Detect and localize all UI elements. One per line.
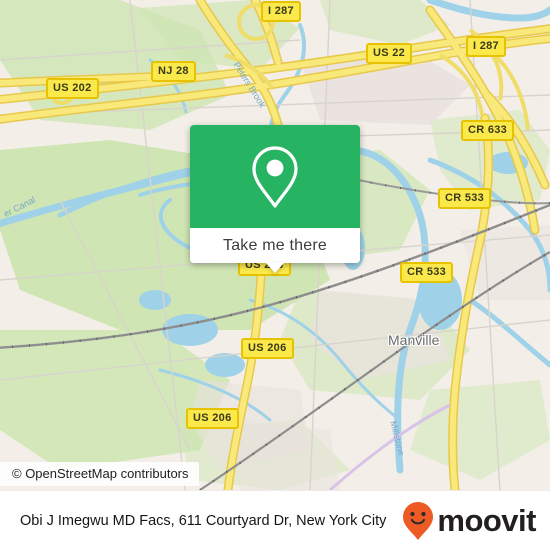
map-canvas[interactable]: Peters Brook er Canal Millstone Manville… (0, 0, 550, 490)
map-shield-us22[interactable]: US 22 (366, 43, 413, 64)
map-shield-us202[interactable]: US 202 (46, 78, 99, 99)
map-shield-cr533-north[interactable]: CR 533 (438, 188, 492, 209)
map-place-manville: Manville (388, 332, 440, 348)
map-shield-cr633[interactable]: CR 633 (461, 120, 515, 141)
popup-card-header (190, 125, 360, 228)
map-shield-us206-mid[interactable]: US 206 (241, 338, 294, 359)
popup-card-pointer (266, 263, 284, 273)
take-me-there-button[interactable]: Take me there (190, 228, 360, 263)
moovit-pin-icon (403, 501, 434, 540)
map-shield-i287-north[interactable]: I 287 (261, 1, 301, 22)
footer-bar: Obi J Imegwu MD Facs, 611 Courtyard Dr, … (0, 490, 550, 550)
map-shield-us206-bottom[interactable]: US 206 (186, 408, 239, 429)
destination-popup-card[interactable]: Take me there (190, 125, 360, 263)
map-shield-nj28[interactable]: NJ 28 (151, 61, 196, 82)
map-shield-i287-east[interactable]: I 287 (466, 36, 506, 57)
map-shield-cr533-south[interactable]: CR 533 (400, 262, 454, 283)
take-me-there-label: Take me there (223, 236, 327, 254)
moovit-logo[interactable]: moovit (401, 501, 550, 541)
screenshot-root: Peters Brook er Canal Millstone Manville… (0, 0, 550, 550)
map-attribution[interactable]: © OpenStreetMap contributors (0, 462, 199, 486)
location-title: Obi J Imegwu MD Facs, 611 Courtyard Dr, … (20, 512, 387, 529)
moovit-wordmark: moovit (437, 503, 536, 538)
map-pin-icon (252, 145, 298, 208)
